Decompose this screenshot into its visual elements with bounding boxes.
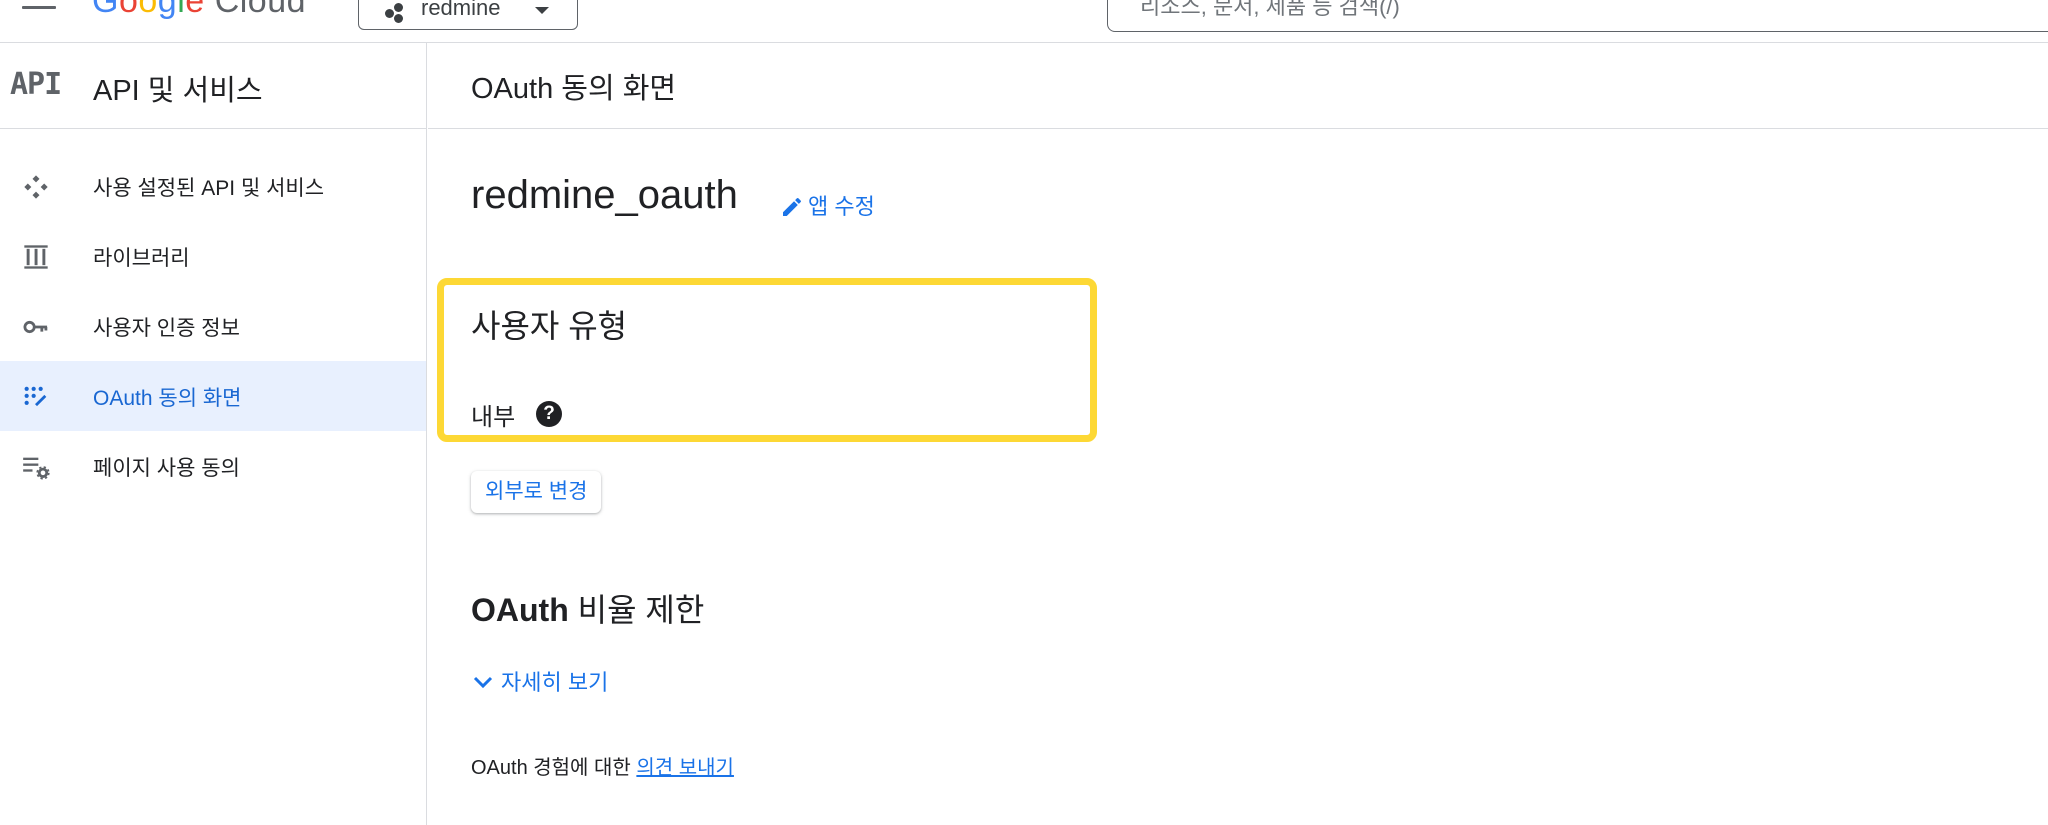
key-icon (23, 320, 48, 334)
api-logo-icon: API (10, 67, 62, 102)
search-box[interactable] (1107, 0, 2048, 32)
sidebar-nav: 사용 설정된 API 및 서비스 라이브러리 사용자 인증 정보 OAuth 동… (0, 151, 426, 501)
edit-app-button[interactable]: 앱 수정 (780, 189, 875, 221)
change-to-external-button[interactable]: 외부로 변경 (471, 471, 602, 513)
project-icon (385, 3, 407, 23)
sidebar: API API 및 서비스 사용 설정된 API 및 서비스 라이브러리 사용자… (0, 43, 427, 825)
top-bar: Google Cloud redmine (0, 0, 2048, 43)
rate-limit-heading: OAuth 비율 제한 (471, 585, 704, 631)
feedback-line: OAuth 경험에 대한 의견 보내기 (471, 751, 734, 780)
library-icon (24, 245, 48, 269)
sidebar-item-page-usage[interactable]: 페이지 사용 동의 (0, 431, 426, 501)
rate-limit-heading-bold: OAuth (471, 592, 569, 628)
pencil-icon (783, 197, 801, 216)
sidebar-item-label: 사용 설정된 API 및 서비스 (93, 177, 325, 200)
page-title: OAuth 동의 화면 (471, 73, 677, 105)
sidebar-item-credentials[interactable]: 사용자 인증 정보 (0, 291, 426, 361)
sidebar-item-label: 라이브러리 (93, 247, 190, 270)
chevron-down-icon (535, 7, 549, 14)
sidebar-header: API API 및 서비스 (0, 43, 426, 129)
show-details-label: 자세히 보기 (501, 670, 609, 695)
search-input[interactable] (1138, 0, 1842, 21)
google-cloud-logo[interactable]: Google Cloud (92, 0, 306, 21)
app-name: redmine_oauth (471, 173, 738, 217)
sidebar-title: API 및 서비스 (93, 75, 263, 107)
sidebar-item-label: OAuth 동의 화면 (93, 387, 242, 410)
sidebar-item-oauth-consent[interactable]: OAuth 동의 화면 (0, 361, 426, 431)
user-type-value: 내부 (471, 404, 516, 431)
help-icon[interactable]: ? (536, 401, 562, 427)
main-menu-icon[interactable] (22, 0, 56, 12)
chevron-down-icon (473, 676, 493, 689)
main-content: OAuth 동의 화면 redmine_oauth 앱 수정 사용자 유형 내부… (428, 43, 2048, 825)
user-type-heading: 사용자 유형 (471, 308, 628, 344)
feedback-text: OAuth 경험에 대한 (471, 757, 637, 779)
main-header: OAuth 동의 화면 (428, 43, 2048, 129)
project-picker[interactable]: redmine (358, 0, 578, 30)
sidebar-item-label: 사용자 인증 정보 (93, 317, 240, 340)
api-services-icon (24, 175, 48, 199)
project-name: redmine (421, 0, 501, 20)
send-feedback-link[interactable]: 의견 보내기 (636, 757, 734, 779)
rate-limit-heading-rest: 비율 제한 (568, 592, 705, 628)
page-usage-settings-icon (23, 457, 50, 480)
show-details-toggle[interactable]: 자세히 보기 (471, 665, 608, 697)
oauth-consent-icon (24, 386, 47, 407)
sidebar-item-library[interactable]: 라이브러리 (0, 221, 426, 291)
sidebar-item-label: 페이지 사용 동의 (93, 457, 240, 480)
sidebar-item-enabled-apis[interactable]: 사용 설정된 API 및 서비스 (0, 151, 426, 221)
edit-app-label: 앱 수정 (808, 194, 875, 219)
